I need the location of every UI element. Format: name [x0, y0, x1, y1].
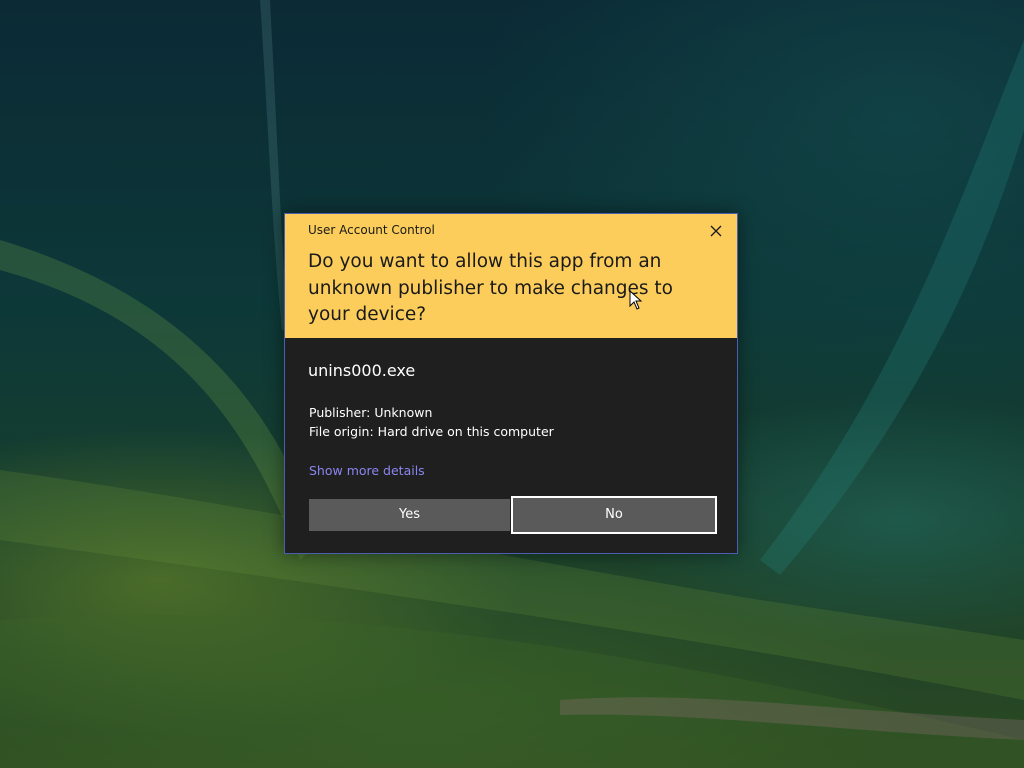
dialog-body: unins000.exe Publisher: Unknown File ori… — [285, 338, 737, 553]
dialog-title: User Account Control — [308, 223, 435, 237]
app-name: unins000.exe — [308, 361, 416, 380]
no-button[interactable]: No — [511, 496, 717, 534]
show-more-details-link[interactable]: Show more details — [309, 463, 425, 478]
publisher-text: Publisher: Unknown — [309, 405, 433, 420]
close-icon[interactable] — [709, 223, 723, 237]
uac-dialog: User Account Control Do you want to allo… — [284, 213, 738, 554]
file-origin-text: File origin: Hard drive on this computer — [309, 424, 554, 439]
dialog-question: Do you want to allow this app from an un… — [308, 251, 673, 325]
dialog-header: User Account Control Do you want to allo… — [285, 214, 737, 338]
yes-button[interactable]: Yes — [309, 499, 510, 531]
mouse-pointer-icon — [629, 290, 643, 310]
